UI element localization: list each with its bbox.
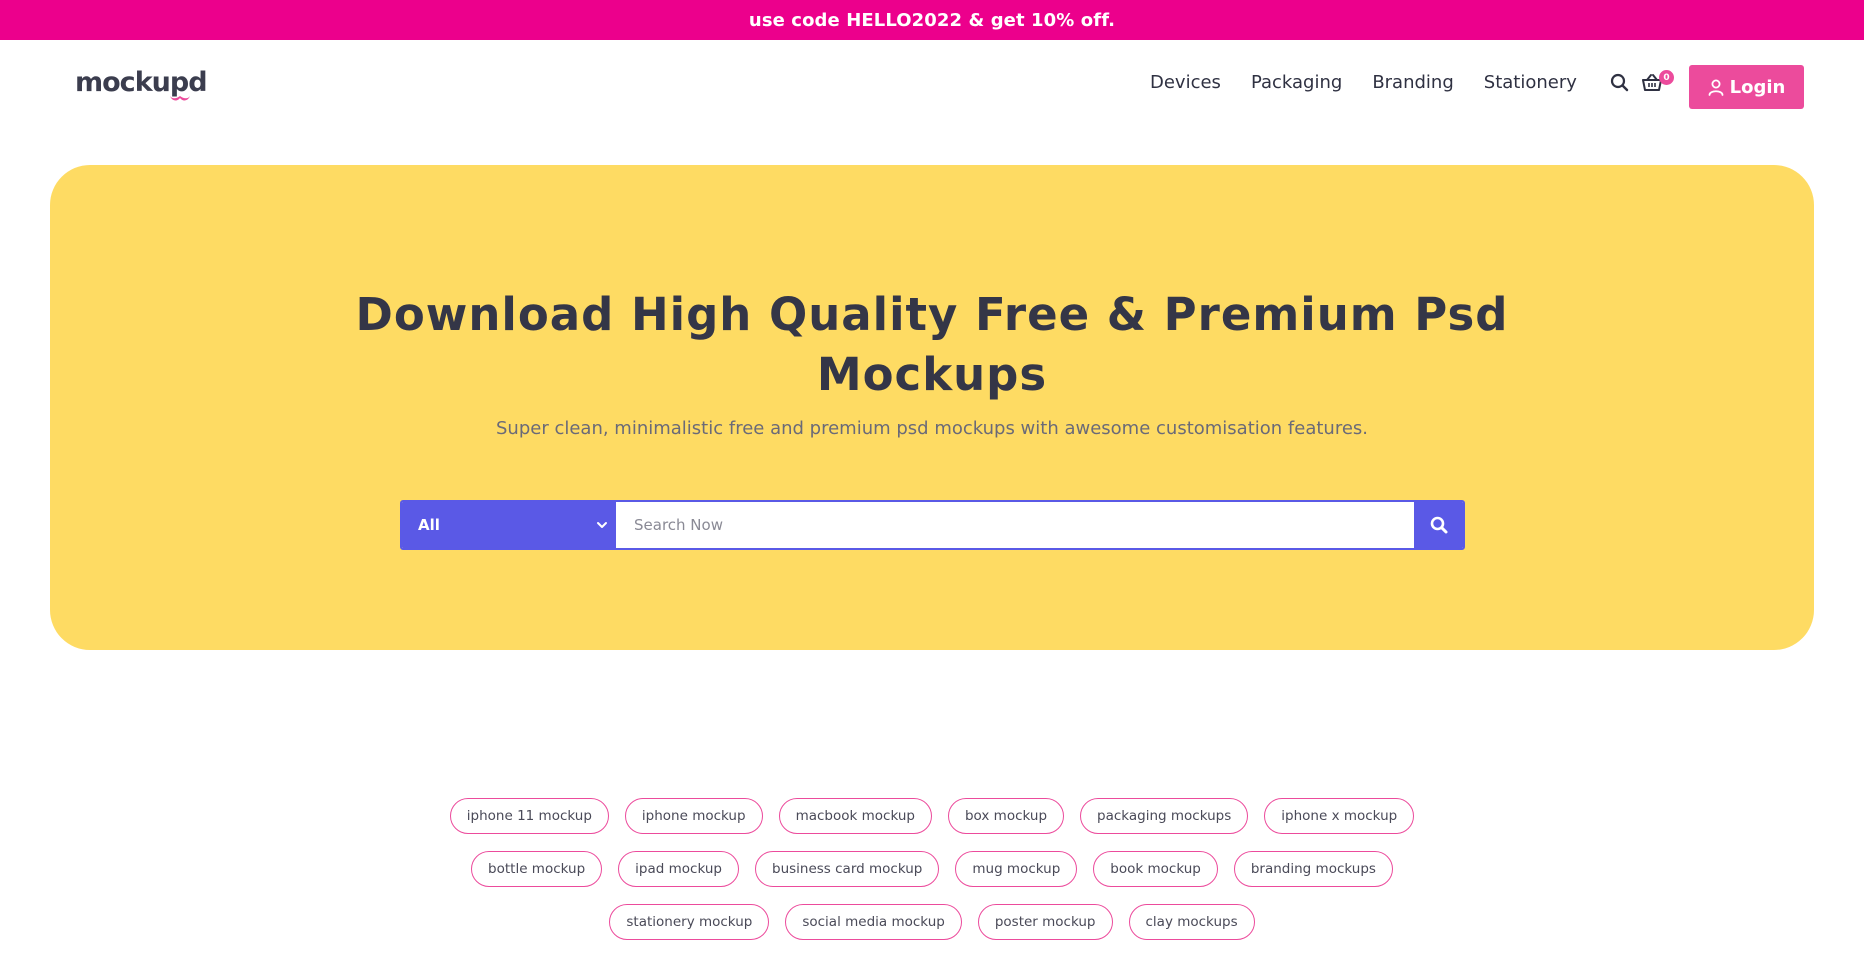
- search-icon: [1430, 516, 1447, 534]
- site-header: mockupd Devices Packaging Branding Stati…: [0, 40, 1864, 132]
- hero-title: Download High Quality Free & Premium Psd…: [50, 285, 1814, 405]
- search-bar: All: [400, 500, 1465, 550]
- promo-banner: use code HELLO2022 & get 10% off.: [0, 0, 1864, 40]
- hero-title-line-1: Download High Quality Free & Premium Psd: [355, 288, 1509, 341]
- login-label: Login: [1729, 76, 1786, 98]
- nav-item-stationery[interactable]: Stationery: [1484, 72, 1577, 93]
- cart-count-badge: 0: [1659, 70, 1674, 85]
- nav-item-branding[interactable]: Branding: [1372, 72, 1453, 93]
- tag-pill[interactable]: business card mockup: [755, 851, 940, 887]
- tag-row: iphone 11 mockup iphone mockup macbook m…: [0, 798, 1864, 834]
- mustache-icon: [170, 96, 190, 101]
- search-input[interactable]: [616, 502, 1414, 548]
- user-icon: [1708, 79, 1724, 96]
- tag-pill[interactable]: book mockup: [1093, 851, 1218, 887]
- login-button[interactable]: Login: [1689, 65, 1804, 109]
- tag-pill[interactable]: iphone mockup: [624, 798, 763, 834]
- tag-row: stationery mockup social media mockup po…: [0, 904, 1864, 940]
- tag-pill[interactable]: macbook mockup: [778, 798, 932, 834]
- hero-section: Download High Quality Free & Premium Psd…: [50, 165, 1814, 650]
- tag-pill[interactable]: branding mockups: [1233, 851, 1393, 887]
- nav-item-packaging[interactable]: Packaging: [1251, 72, 1342, 93]
- tag-pill[interactable]: social media mockup: [785, 904, 962, 940]
- tag-pill[interactable]: box mockup: [947, 798, 1065, 834]
- site-logo[interactable]: mockupd: [75, 68, 208, 101]
- tag-pill[interactable]: packaging mockups: [1080, 798, 1249, 834]
- main-nav: Devices Packaging Branding Stationery: [1150, 72, 1577, 93]
- tag-pill[interactable]: mug mockup: [955, 851, 1078, 887]
- category-select[interactable]: All: [402, 502, 616, 548]
- tag-row: bottle mockup ipad mockup business card …: [0, 851, 1864, 887]
- tag-pill[interactable]: iphone x mockup: [1264, 798, 1415, 834]
- promo-text: use code HELLO2022 & get 10% off.: [748, 9, 1116, 31]
- tag-pill[interactable]: clay mockups: [1128, 904, 1255, 940]
- tag-pill[interactable]: poster mockup: [977, 904, 1113, 940]
- tag-pill[interactable]: stationery mockup: [609, 904, 770, 940]
- tag-pill[interactable]: iphone 11 mockup: [449, 798, 609, 834]
- popular-tags: iphone 11 mockup iphone mockup macbook m…: [0, 798, 1864, 957]
- tag-pill[interactable]: bottle mockup: [471, 851, 603, 887]
- nav-item-devices[interactable]: Devices: [1150, 72, 1221, 93]
- hero-title-line-2: Mockups: [816, 348, 1048, 401]
- tag-pill[interactable]: ipad mockup: [618, 851, 739, 887]
- category-select-value: All: [418, 516, 440, 534]
- search-icon[interactable]: [1609, 72, 1631, 94]
- hero-subtitle: Super clean, minimalistic free and premi…: [495, 418, 1368, 439]
- chevron-down-icon: [597, 522, 607, 528]
- search-submit-button[interactable]: [1414, 502, 1463, 548]
